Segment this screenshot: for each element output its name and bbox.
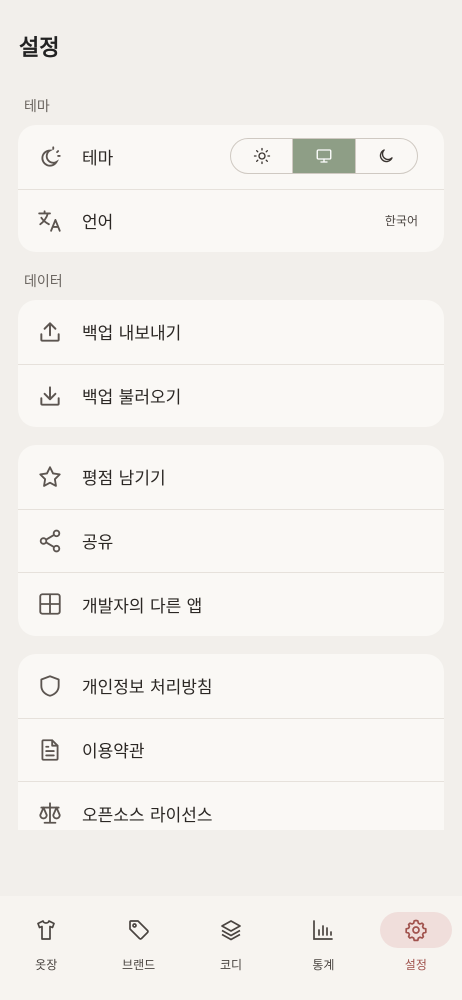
share-row[interactable]: 공유 [18,508,444,573]
rate-app-label: 평점 남기기 [82,469,166,490]
rate-app-row[interactable]: 평점 남기기 [18,445,444,509]
layers-icon [195,912,267,948]
shirt-icon [10,912,82,948]
section-label-theme: 테마 [24,99,50,115]
monitor-icon [315,147,333,165]
language-value: 한국어 [384,214,418,229]
nav-item-brand[interactable]: 브랜드 [92,896,184,1000]
shield-icon [36,672,64,700]
theme-row: 테마 [18,125,444,189]
nav-label: 코디 [219,958,243,972]
privacy-policy-label: 개인정보 처리방침 [82,678,213,699]
import-backup-label: 백업 불러오기 [82,388,182,409]
scroll-clip-area [0,830,462,896]
more-card: 평점 남기기 공유 개발자의 다른 앱 [18,445,444,636]
scale-icon [36,799,64,827]
data-card: 백업 내보내기 백업 불러오기 [18,300,444,427]
terms-row[interactable]: 이용약관 [18,717,444,782]
nav-item-stats[interactable]: 통계 [277,896,369,1000]
nav-label: 브랜드 [122,958,156,972]
oss-license-label: 오픈소스 라이선스 [82,805,213,826]
other-apps-row[interactable]: 개발자의 다른 앱 [18,572,444,636]
sun-icon [253,147,271,165]
share-icon [36,527,64,555]
nav-label: 설정 [404,958,427,972]
star-icon [36,463,64,491]
nav-item-closet[interactable]: 옷장 [0,896,92,1000]
nav-item-outfit[interactable]: 코디 [185,896,277,1000]
other-apps-label: 개발자의 다른 앱 [82,596,203,617]
theme-option-dark[interactable] [354,139,417,173]
nav-label: 옷장 [35,958,58,972]
theme-icon [36,143,64,171]
translate-icon [36,207,64,235]
privacy-policy-row[interactable]: 개인정보 처리방침 [18,654,444,718]
document-icon [36,736,64,764]
tag-icon [103,912,175,948]
bottom-nav: 옷장 브랜드 코디 통계 설정 [0,896,462,1000]
language-row[interactable]: 언어 한국어 [18,188,444,253]
nav-item-settings[interactable]: 설정 [370,896,462,1000]
nav-label: 통계 [312,958,335,972]
theme-segmented-control [230,138,418,174]
theme-row-label: 테마 [82,149,114,170]
section-label-data: 데이터 [24,274,63,290]
apps-grid-icon [36,590,64,618]
share-label: 공유 [82,533,114,554]
terms-label: 이용약관 [82,742,145,763]
export-backup-label: 백업 내보내기 [82,324,182,345]
theme-option-light[interactable] [231,139,292,173]
theme-option-system[interactable] [292,139,355,173]
page-title: 설정 [19,36,60,61]
upload-icon [36,318,64,346]
download-icon [36,382,64,410]
legal-card: 개인정보 처리방침 이용약관 오픈소스 라이선스 [18,654,444,830]
export-backup-row[interactable]: 백업 내보내기 [18,300,444,364]
moon-icon [377,147,395,165]
theme-card: 테마 언어 한국어 [18,125,444,252]
language-row-label: 언어 [82,213,114,234]
gear-icon [379,912,452,948]
oss-license-row[interactable]: 오픈소스 라이선스 [18,781,444,830]
bar-chart-icon [287,912,359,948]
import-backup-row[interactable]: 백업 불러오기 [18,363,444,428]
